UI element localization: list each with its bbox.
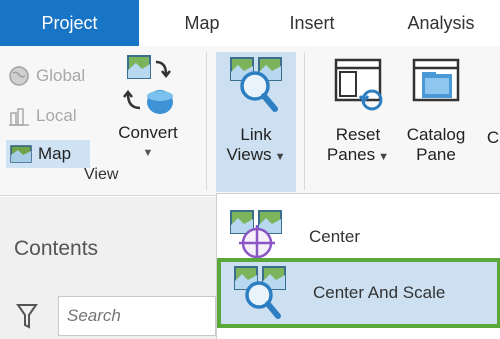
center-label: Center (309, 227, 361, 246)
convert-dropdown-arrow: ▼ (142, 147, 154, 159)
menu-item-center-and-scale[interactable]: Center And Scale (217, 258, 500, 328)
reset-panes-dropdown-arrow: ▼ (375, 151, 390, 163)
catalog-pane-label-line2: Pane (416, 145, 456, 164)
local-button[interactable]: Local (8, 102, 77, 130)
map-button[interactable]: Map (6, 140, 90, 168)
catalog-pane-icon (412, 58, 460, 102)
ribbon-tab-bar: Project Map Insert Analysis (0, 0, 500, 46)
map-label: Map (38, 144, 72, 163)
group-separator-2 (304, 52, 305, 190)
convert-button[interactable]: Convert ▼ (112, 52, 184, 170)
center-icon (230, 210, 282, 261)
global-button[interactable]: Global (8, 62, 85, 90)
link-views-label-line1: Link (240, 125, 272, 144)
global-label: Global (36, 66, 86, 85)
map-icon (10, 145, 32, 163)
link-views-label-line2: Views (226, 145, 272, 164)
catalog-pane-label-line1: Catalog (406, 125, 466, 144)
tab-analysis[interactable]: Analysis (382, 0, 500, 46)
tab-project[interactable]: Project (0, 0, 139, 46)
contents-search-input[interactable] (58, 296, 216, 336)
center-and-scale-label: Center And Scale (313, 283, 446, 302)
catalog-pane-button[interactable]: Catalog Pane (400, 56, 472, 184)
ribbon: Global Local Map Convert ▼ View Link Vie… (0, 46, 500, 196)
link-views-dropdown-menu: Center Center And Scale (216, 193, 500, 339)
local-label: Local (36, 106, 77, 125)
link-views-button[interactable]: Link Views ▼ (216, 52, 296, 192)
link-views-dropdown-arrow: ▼ (271, 151, 286, 163)
globe-icon (9, 66, 29, 86)
filter-icon[interactable] (16, 303, 38, 329)
link-views-icon (230, 57, 282, 112)
reset-panes-icon (334, 58, 383, 111)
clipped-button-label[interactable]: C (486, 128, 500, 148)
center-and-scale-icon (234, 266, 286, 319)
reset-panes-label-line1: Reset (335, 125, 381, 144)
tab-map[interactable]: Map (162, 0, 242, 46)
reset-panes-button[interactable]: Reset Panes ▼ (322, 56, 394, 184)
convert-icon (123, 55, 173, 114)
reset-panes-label-line2: Panes (326, 145, 376, 164)
convert-label: Convert (118, 123, 178, 142)
local-scene-icon (9, 108, 29, 126)
contents-title: Contents (14, 237, 99, 260)
tab-insert[interactable]: Insert (268, 0, 356, 46)
reset-panes-label-line2-wrap: Panes ▼ (322, 145, 394, 167)
group-separator (206, 52, 207, 190)
view-group-label: View (84, 166, 119, 183)
link-views-label-line2-wrap: Views ▼ (216, 145, 296, 167)
